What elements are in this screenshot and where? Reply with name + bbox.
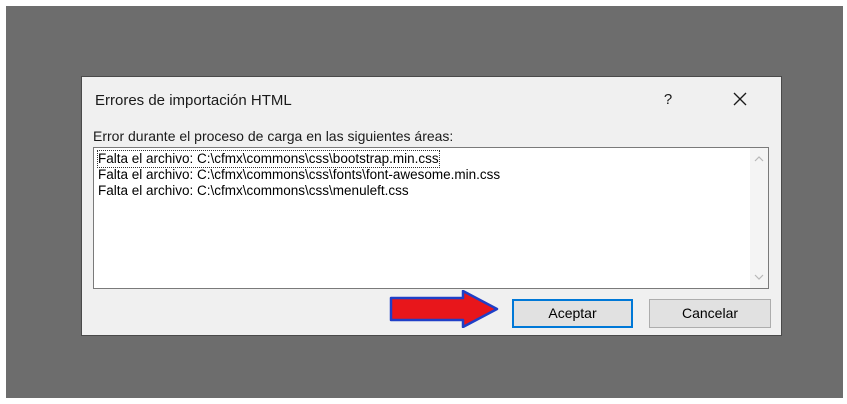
error-message: Error durante el proceso de carga en las… bbox=[93, 128, 454, 144]
arrow-right-icon bbox=[389, 290, 499, 328]
list-item[interactable]: Falta el archivo: C:\cfmx\commons\css\fo… bbox=[98, 167, 500, 183]
dialog-title: Errores de importación HTML bbox=[95, 92, 292, 109]
chevron-down-icon bbox=[754, 274, 764, 280]
accept-button[interactable]: Aceptar bbox=[512, 299, 633, 328]
cancel-button[interactable]: Cancelar bbox=[649, 299, 771, 328]
chevron-up-icon bbox=[754, 156, 764, 162]
vertical-scrollbar[interactable] bbox=[750, 148, 768, 288]
scroll-up-button[interactable] bbox=[750, 150, 768, 168]
close-icon bbox=[733, 92, 747, 106]
scroll-down-button[interactable] bbox=[750, 268, 768, 286]
error-list[interactable]: Falta el archivo: C:\cfmx\commons\css\bo… bbox=[93, 147, 769, 289]
help-button[interactable]: ? bbox=[657, 89, 679, 111]
list-item[interactable]: Falta el archivo: C:\cfmx\commons\css\bo… bbox=[97, 150, 440, 168]
close-button[interactable] bbox=[725, 86, 755, 112]
list-item[interactable]: Falta el archivo: C:\cfmx\commons\css\me… bbox=[98, 183, 409, 199]
